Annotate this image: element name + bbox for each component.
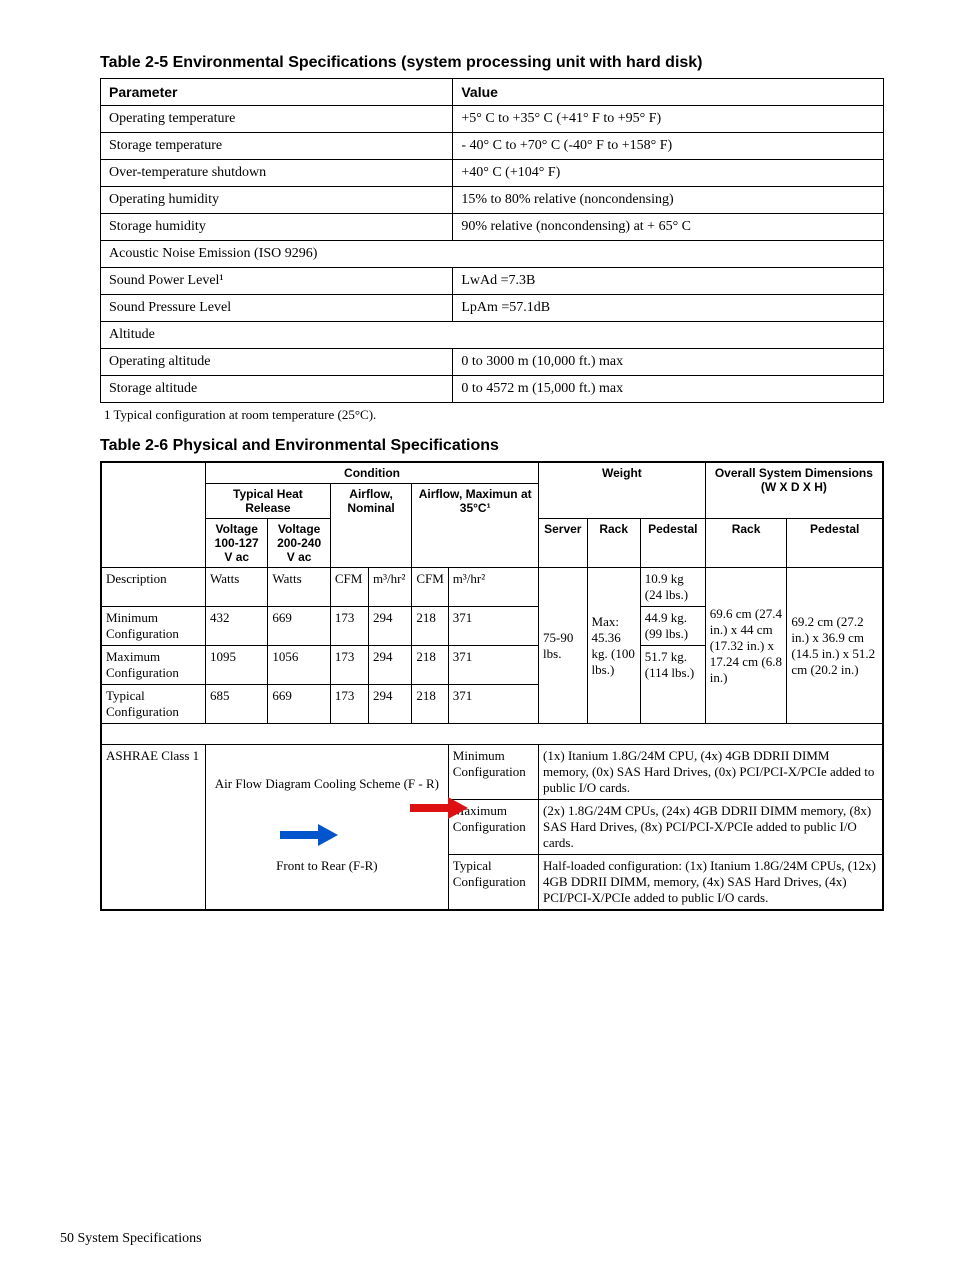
table-row: Sound Power Level¹LwAd =7.3B [101,268,884,295]
table-row: Storage altitude0 to 4572 m (15,000 ft.)… [101,376,884,403]
table-row: Altitude [101,322,884,349]
table-row: Description Watts Watts CFM m³/hr² CFM m… [101,568,883,607]
table-2-5-title: Table 2-5 Environmental Specifications (… [100,54,884,72]
page: Table 2-5 Environmental Specifications (… [0,0,954,1271]
col-parameter: Parameter [101,79,453,106]
table-2-5-footnote: 1 Typical configuration at room temperat… [104,407,884,423]
table-row: Acoustic Noise Emission (ISO 9296) [101,241,884,268]
arrow-blue-icon [280,820,340,850]
col-value: Value [453,79,884,106]
airflow-diagram: Air Flow Diagram Cooling Scheme (F - R) … [210,748,444,878]
table-2-6: Condition Weight Overall System Dimensio… [100,461,884,911]
table-row: Operating humidity15% to 80% relative (n… [101,187,884,214]
table-row: Operating altitude0 to 3000 m (10,000 ft… [101,349,884,376]
table-row: ASHRAE Class 1 Air Flow Diagram Cooling … [101,745,883,800]
table-row: Storage temperature- 40° C to +70° C (-4… [101,133,884,160]
page-footer: 50 System Specifications [60,1231,202,1247]
table-2-6-title: Table 2-6 Physical and Environmental Spe… [100,437,884,455]
table-row: Storage humidity90% relative (noncondens… [101,214,884,241]
arrow-red-icon [410,793,470,823]
table-row: Over-temperature shutdown+40° C (+104° F… [101,160,884,187]
table-row: Operating temperature+5° C to +35° C (+4… [101,106,884,133]
table-row: Sound Pressure LevelLpAm =57.1dB [101,295,884,322]
table-2-5: Parameter Value Operating temperature+5°… [100,78,884,403]
